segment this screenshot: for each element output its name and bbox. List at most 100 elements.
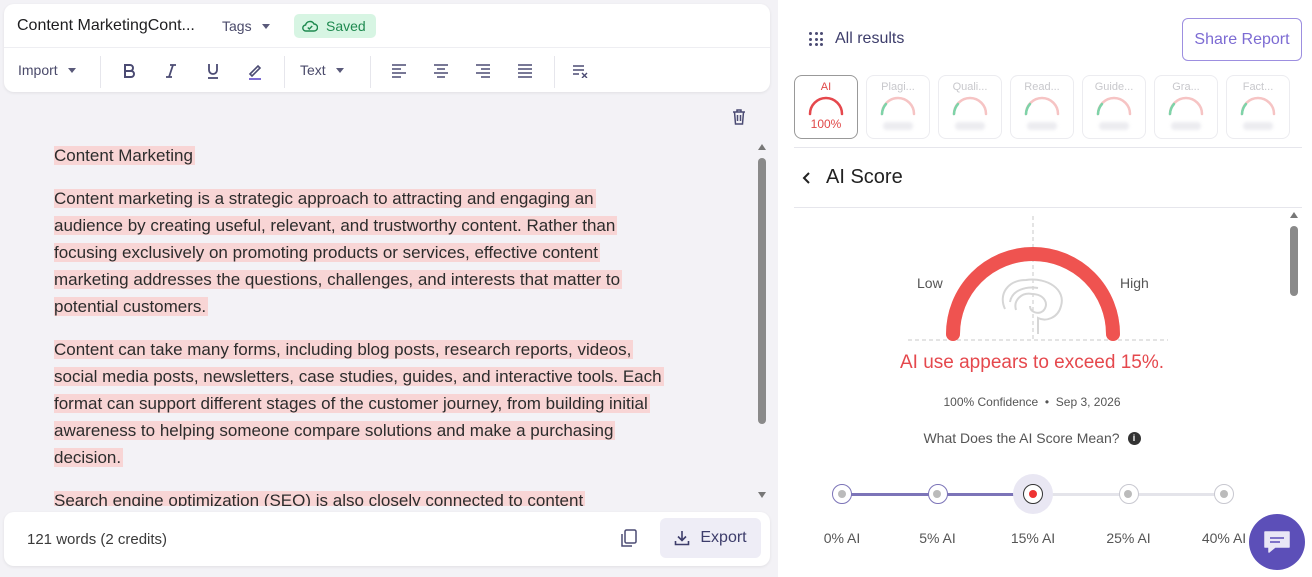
all-results-link[interactable]: All results [809,30,904,48]
section-header: AI Score [802,166,903,189]
toolbar-divider [284,56,285,88]
result-card-locked[interactable]: Gra... [1154,75,1218,139]
score-meaning-link[interactable]: What Does the AI Score Mean? i [778,430,1286,446]
mini-gauge-icon [880,96,916,116]
highlighted-text: Search engine optimization (SEO) is also… [54,491,586,506]
align-left-button[interactable] [388,60,410,82]
bold-button[interactable] [118,60,140,82]
result-card-locked[interactable]: Plagi... [866,75,930,139]
scroll-up-arrow-icon[interactable] [758,144,766,150]
word-count: 121 words (2 credits) [27,531,168,548]
scroll-down-arrow-icon[interactable] [758,492,766,498]
editor-scrollbar[interactable] [756,144,768,500]
section-title: AI Score [826,166,903,188]
result-card-label: Fact... [1242,81,1274,93]
scrollbar-thumb[interactable] [1290,226,1298,296]
result-card-label: Plagi... [881,81,915,93]
result-card-locked[interactable]: Guide... [1082,75,1146,139]
scrollbar-thumb[interactable] [758,158,766,424]
import-label: Import [18,62,58,78]
scale-stop[interactable] [1023,484,1043,504]
highlight-button[interactable] [244,60,266,82]
grid-dots-icon [809,32,823,46]
toolbar-top-row: Content MarketingCont... Tags Saved [4,4,770,48]
toolbar-divider [554,56,555,88]
divider [794,147,1302,148]
scroll-up-arrow-icon[interactable] [1290,212,1298,218]
document-editor[interactable]: Content Marketing Content marketing is a… [0,130,752,506]
result-card-locked[interactable]: Fact... [1226,75,1290,139]
scale-stop-label: 5% AI [919,530,956,546]
chat-bubble-icon [1264,531,1290,553]
mini-gauge-icon [808,96,844,116]
result-card-locked[interactable]: Quali... [938,75,1002,139]
editor-footer: 121 words (2 credits) Export [4,512,770,566]
highlighted-text: Content Marketing [54,146,195,165]
export-button[interactable]: Export [660,518,761,558]
paragraph: Search engine optimization (SEO) is also… [54,487,664,506]
result-card-label: Gra... [1172,81,1200,93]
scale-stop[interactable] [832,484,852,504]
copy-button[interactable] [619,528,641,550]
blurred-value [955,122,985,130]
confidence-text: 100% Confidence [943,395,1039,409]
chevron-down-icon [67,67,76,73]
scale-stop[interactable] [1214,484,1234,504]
mini-gauge-icon [1096,96,1132,116]
clear-formatting-button[interactable] [570,60,592,82]
blurred-value [1027,122,1057,130]
chevron-left-icon[interactable] [802,171,812,185]
align-right-button[interactable] [472,60,494,82]
italic-button[interactable] [160,60,182,82]
scale-stop[interactable] [927,484,948,504]
toolbar-divider [100,56,101,88]
bullet-separator: • [1041,395,1056,409]
gauge-high-label: High [1120,275,1149,291]
toolbar-format-row: Import Text [4,50,770,92]
result-card-label: Guide... [1094,81,1134,93]
share-report-button[interactable]: Share Report [1182,18,1302,61]
report-date: Sep 3, 2026 [1055,395,1121,409]
cloud-check-icon [302,20,318,32]
text-style-dropdown[interactable]: Text [300,62,344,78]
underline-button[interactable] [202,60,224,82]
mini-gauge-icon [1168,96,1204,116]
align-left-icon [392,64,406,78]
align-justify-button[interactable] [514,60,536,82]
blurred-value [1171,122,1201,130]
brain-icon [1001,278,1063,334]
ai-verdict: AI use appears to exceed 15%. [899,352,1165,373]
align-center-icon [434,64,448,78]
all-results-label: All results [835,30,905,47]
scale-stop-label: 25% AI [1106,530,1151,546]
align-center-button[interactable] [430,60,452,82]
editor-pane: Content MarketingCont... Tags Saved Impo… [0,0,778,577]
app-window: Content MarketingCont... Tags Saved Impo… [0,0,1312,577]
chat-support-button[interactable] [1249,514,1305,570]
document-title[interactable]: Content MarketingCont... [17,17,195,35]
editor-content[interactable]: Content Marketing Content marketing is a… [54,142,664,506]
scale-stop[interactable] [1118,484,1139,504]
scale-stop-label: 40% AI [1201,530,1247,546]
text-style-label: Text [300,62,326,78]
copy-icon [621,529,637,547]
saved-badge: Saved [294,14,376,38]
saved-label: Saved [326,18,366,34]
result-card-locked[interactable]: Read... [1010,75,1074,139]
export-label: Export [700,529,747,546]
results-scrollbar[interactable] [1288,212,1300,512]
result-card-ai[interactable]: AI 100% [794,75,858,139]
scale-stop-label: 15% AI [1010,530,1056,546]
trash-icon[interactable] [730,108,748,126]
score-meta: 100% Confidence • Sep 3, 2026 [778,395,1286,409]
paragraph: Content marketing is a strategic approac… [54,185,664,320]
align-justify-icon [518,64,532,78]
chevron-down-icon [335,67,344,73]
import-dropdown[interactable]: Import [18,62,76,78]
mini-gauge-icon [952,96,988,116]
mini-gauge-icon [1240,96,1276,116]
tags-dropdown[interactable]: Tags [222,18,270,34]
highlighter-pen-icon [248,64,262,80]
info-icon[interactable]: i [1127,431,1141,445]
result-card-label: Quali... [952,81,988,93]
